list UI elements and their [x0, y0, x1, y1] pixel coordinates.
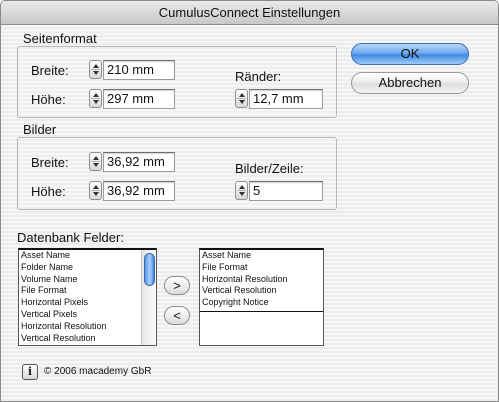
list-item[interactable]: Vertical Resolution	[200, 285, 323, 297]
title-bar: CumulusConnect Einstellungen	[1, 1, 498, 25]
info-icon[interactable]: i	[22, 364, 38, 380]
bilder-hoehe-label: Höhe:	[31, 184, 66, 199]
available-fields-list[interactable]: Asset Name Folder Name Volume Name File …	[18, 248, 157, 346]
raender-stepper[interactable]	[235, 89, 248, 108]
bilder-zeile-stepper[interactable]	[235, 181, 248, 200]
seitenformat-breite-field[interactable]: 210 mm	[103, 60, 175, 80]
seitenformat-hoehe-field[interactable]: 297 mm	[103, 89, 175, 109]
list-item[interactable]: Asset Name	[200, 250, 323, 262]
list-item[interactable]: Horizontal Resolution	[200, 274, 323, 286]
bilder-breite-label: Breite:	[31, 155, 69, 170]
bilder-zeile-field[interactable]: 5	[249, 181, 323, 201]
list-item[interactable]: Horizontal Pixels	[19, 297, 156, 309]
seitenformat-hoehe-stepper[interactable]	[89, 89, 102, 108]
bilder-zeile-label: Bilder/Zeile:	[235, 161, 304, 176]
list-item[interactable]: Volume Name	[19, 274, 156, 286]
seitenformat-breite-stepper[interactable]	[89, 60, 102, 79]
list-item[interactable]: File Format	[19, 285, 156, 297]
ok-button[interactable]: OK	[351, 43, 469, 65]
window-title: CumulusConnect Einstellungen	[158, 5, 341, 20]
remove-field-button[interactable]: <	[164, 306, 190, 325]
available-fields-scrollbar[interactable]	[141, 250, 156, 345]
list-item[interactable]: Asset Name	[19, 250, 156, 262]
bilder-hoehe-field[interactable]: 36,92 mm	[103, 181, 175, 201]
list-item[interactable]: Vertical Resolution	[19, 333, 156, 345]
copyright-text: © 2006 macademy GbR	[44, 366, 152, 377]
list-item[interactable]: Folder Name	[19, 262, 156, 274]
add-field-button[interactable]: >	[164, 276, 190, 295]
list-item[interactable]: Vertical Pixels	[19, 309, 156, 321]
list-item[interactable]: Copyright Notice	[200, 297, 323, 309]
preferences-window: CumulusConnect Einstellungen Seitenforma…	[0, 0, 499, 402]
cancel-button[interactable]: Abbrechen	[351, 72, 469, 94]
raender-field[interactable]: 12,7 mm	[249, 89, 323, 109]
bilder-group-label: Bilder	[23, 122, 57, 137]
list-separator	[200, 311, 323, 312]
bilder-breite-field[interactable]: 36,92 mm	[103, 152, 175, 172]
list-item[interactable]: File Format	[200, 262, 323, 274]
raender-label: Ränder:	[235, 69, 282, 84]
scrollbar-thumb[interactable]	[144, 253, 155, 286]
datenbank-felder-label: Datenbank Felder:	[17, 230, 124, 245]
bilder-hoehe-stepper[interactable]	[89, 181, 102, 200]
seitenformat-group-label: Seitenformat	[23, 31, 97, 46]
list-item[interactable]: Horizontal Resolution	[19, 321, 156, 333]
bilder-breite-stepper[interactable]	[89, 152, 102, 171]
selected-fields-list[interactable]: Asset Name File Format Horizontal Resolu…	[199, 248, 324, 346]
seitenformat-hoehe-label: Höhe:	[31, 92, 66, 107]
seitenformat-breite-label: Breite:	[31, 63, 69, 78]
